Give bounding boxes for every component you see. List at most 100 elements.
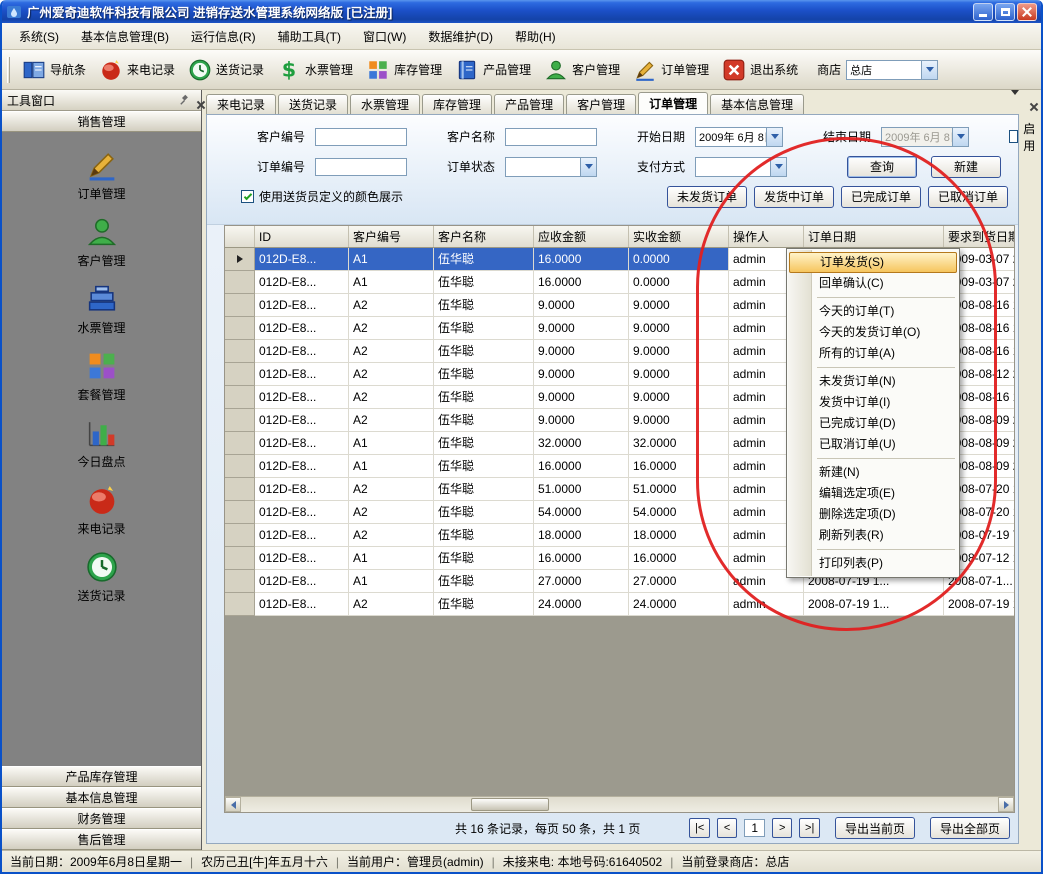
column-header-2[interactable]: 客户名称 — [434, 226, 534, 247]
scrollbar-track[interactable] — [241, 797, 998, 812]
sidebar-item-call-records[interactable]: 来电记录 — [2, 481, 201, 539]
menu-item-help[interactable]: 帮助(H) — [504, 23, 567, 49]
scrollbar-thumb[interactable] — [471, 798, 549, 811]
row-selector[interactable] — [225, 340, 255, 363]
row-selector[interactable] — [225, 432, 255, 455]
row-selector[interactable] — [225, 294, 255, 317]
next-page-button[interactable]: > — [772, 818, 793, 838]
context-menu-item-10[interactable]: 已取消订单(U) — [787, 434, 959, 455]
context-menu-item-9[interactable]: 已完成订单(D) — [787, 413, 959, 434]
tab-3[interactable]: 库存管理 — [422, 94, 492, 114]
chevron-down-icon[interactable] — [580, 158, 596, 176]
sidebar-section-basic-info[interactable]: 基本信息管理 — [2, 787, 201, 808]
tab-0[interactable]: 来电记录 — [206, 94, 276, 114]
row-selector[interactable] — [225, 501, 255, 524]
chevron-down-icon[interactable] — [1011, 95, 1019, 109]
row-selector[interactable] — [225, 593, 255, 616]
context-menu-item-1[interactable]: 回单确认(C) — [787, 273, 959, 294]
sidebar-item-daily-check[interactable]: 今日盘点 — [2, 414, 201, 472]
pin-icon[interactable] — [178, 94, 191, 107]
menu-item-system[interactable]: 系统(S) — [8, 23, 70, 49]
query-button[interactable]: 查询 — [847, 156, 917, 178]
sidebar-section-product-inventory[interactable]: 产品库存管理 — [2, 766, 201, 787]
menu-item-basic-info[interactable]: 基本信息管理(B) — [70, 23, 180, 49]
row-selector[interactable] — [225, 478, 255, 501]
tab-2[interactable]: 水票管理 — [350, 94, 420, 114]
row-selector[interactable] — [225, 363, 255, 386]
cancelled-orders-button[interactable]: 已取消订单 — [928, 186, 1008, 208]
context-menu-item-17[interactable]: 打印列表(P) — [787, 553, 959, 574]
toolbar-button-order[interactable]: 订单管理 — [628, 54, 714, 86]
unshipped-orders-button[interactable]: 未发货订单 — [667, 186, 747, 208]
close-button[interactable] — [1017, 3, 1037, 21]
sidebar-item-customers[interactable]: 客户管理 — [2, 213, 201, 271]
store-select[interactable]: 总店 — [846, 60, 938, 80]
chevron-down-icon[interactable] — [766, 128, 782, 146]
tab-4[interactable]: 产品管理 — [494, 94, 564, 114]
current-row-indicator[interactable] — [225, 248, 255, 271]
menu-item-window[interactable]: 窗口(W) — [352, 23, 417, 49]
toolbar-button-call[interactable]: 来电记录 — [94, 54, 180, 86]
chevron-down-icon[interactable] — [921, 61, 937, 79]
column-header-3[interactable]: 应收金额 — [534, 226, 629, 247]
horizontal-scrollbar[interactable] — [225, 796, 1014, 812]
toolbar-button-clock[interactable]: 送货记录 — [183, 54, 269, 86]
toolbar-button-product[interactable]: 产品管理 — [450, 54, 536, 86]
row-selector[interactable] — [225, 271, 255, 294]
menu-item-data-maint[interactable]: 数据维护(D) — [417, 23, 504, 49]
shipping-orders-button[interactable]: 发货中订单 — [754, 186, 834, 208]
page-number-input[interactable]: 1 — [744, 819, 765, 837]
row-selector[interactable] — [225, 409, 255, 432]
row-selector[interactable] — [225, 317, 255, 340]
row-selector[interactable] — [225, 570, 255, 593]
context-menu-item-3[interactable]: 今天的订单(T) — [787, 301, 959, 322]
sidebar-item-delivery-records[interactable]: 送货记录 — [2, 548, 201, 606]
tab-7[interactable]: 基本信息管理 — [710, 94, 804, 114]
maximize-button[interactable] — [995, 3, 1015, 21]
table-row[interactable]: 012D-E8...A2伍华聪24.000024.0000admin2008-0… — [225, 593, 1014, 616]
toolbar-button-dollar[interactable]: $水票管理 — [272, 54, 358, 86]
context-menu-item-15[interactable]: 刷新列表(R) — [787, 525, 959, 546]
first-page-button[interactable]: |< — [689, 818, 710, 838]
toolbar-button-customer[interactable]: 客户管理 — [539, 54, 625, 86]
menu-item-run-info[interactable]: 运行信息(R) — [180, 23, 267, 49]
color-display-checkbox[interactable] — [241, 190, 254, 203]
sidebar-item-packages[interactable]: 套餐管理 — [2, 347, 201, 405]
row-selector[interactable] — [225, 524, 255, 547]
pay-method-select[interactable] — [695, 157, 787, 177]
column-header-7[interactable]: 要求到货日期 — [944, 226, 1014, 247]
toolbar-grip[interactable] — [7, 57, 10, 83]
new-button[interactable]: 新建 — [931, 156, 1001, 178]
prev-page-button[interactable]: < — [717, 818, 738, 838]
column-header-4[interactable]: 实收金额 — [629, 226, 729, 247]
column-header-0[interactable]: ID — [255, 226, 349, 247]
sidebar-section-finance[interactable]: 财务管理 — [2, 808, 201, 829]
toolbar-button-navigator[interactable]: 导航条 — [17, 54, 91, 86]
context-menu-item-0[interactable]: 订单发货(S) — [789, 252, 957, 273]
sidebar-item-water-tickets[interactable]: 水票管理 — [2, 280, 201, 338]
row-selector[interactable] — [225, 455, 255, 478]
last-page-button[interactable]: >| — [799, 818, 820, 838]
sidebar-section-after-sales[interactable]: 售后管理 — [2, 829, 201, 850]
context-menu-item-8[interactable]: 发货中订单(I) — [787, 392, 959, 413]
toolbar-button-exit[interactable]: 退出系统 — [717, 54, 803, 86]
context-menu-item-5[interactable]: 所有的订单(A) — [787, 343, 959, 364]
completed-orders-button[interactable]: 已完成订单 — [841, 186, 921, 208]
column-header-1[interactable]: 客户编号 — [349, 226, 434, 247]
minimize-button[interactable] — [973, 3, 993, 21]
column-header-6[interactable]: 订单日期 — [804, 226, 944, 247]
export-all-pages-button[interactable]: 导出全部页 — [930, 817, 1010, 839]
customer-name-input[interactable] — [505, 128, 597, 146]
start-date-picker[interactable]: 2009年 6月 8日 — [695, 127, 783, 147]
tab-1[interactable]: 送货记录 — [278, 94, 348, 114]
scroll-left-icon[interactable] — [225, 797, 241, 812]
tab-6[interactable]: 订单管理 — [638, 92, 708, 114]
menu-item-aux-tools[interactable]: 辅助工具(T) — [267, 23, 352, 49]
sidebar-section-sales[interactable]: 销售管理 — [2, 111, 201, 132]
customer-no-input[interactable] — [315, 128, 407, 146]
scroll-right-icon[interactable] — [998, 797, 1014, 812]
context-menu-item-14[interactable]: 删除选定项(D) — [787, 504, 959, 525]
context-menu-item-7[interactable]: 未发货订单(N) — [787, 371, 959, 392]
end-date-picker[interactable]: 2009年 6月 8日 — [881, 127, 969, 147]
order-no-input[interactable] — [315, 158, 407, 176]
